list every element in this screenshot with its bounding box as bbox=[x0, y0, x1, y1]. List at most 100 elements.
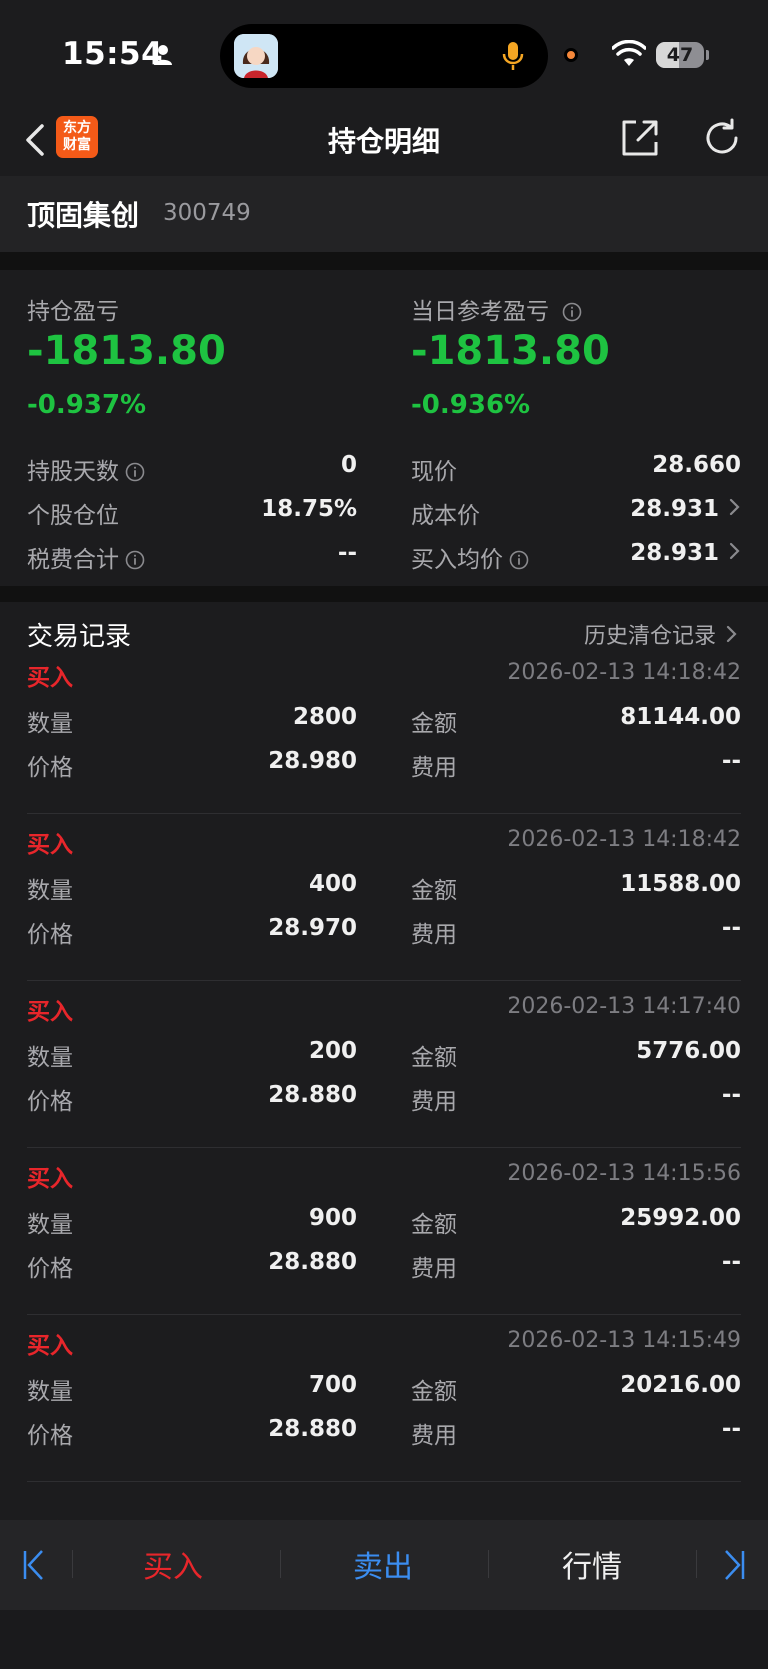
amount-label: 金额 bbox=[411, 1212, 457, 1238]
qty-value: 400 bbox=[308, 871, 357, 897]
divider bbox=[696, 1550, 697, 1578]
divider bbox=[72, 1550, 73, 1578]
position-summary: 持仓盈亏 -1813.80 -0.937% 当日参考盈亏 -1813.80 -0… bbox=[0, 270, 768, 586]
fee-value: -- bbox=[721, 1416, 741, 1442]
trade-qty-row: 数量 700 bbox=[27, 1372, 357, 1405]
info-icon[interactable] bbox=[125, 550, 145, 570]
trade-time: 2026-02-13 14:15:56 bbox=[507, 1161, 741, 1186]
info-icon[interactable] bbox=[125, 462, 145, 482]
qty-label: 数量 bbox=[27, 878, 73, 904]
fee-label: 费用 bbox=[411, 755, 457, 781]
quote-button[interactable]: 行情 bbox=[502, 1542, 682, 1586]
trade-time: 2026-02-13 14:17:40 bbox=[507, 994, 741, 1019]
total-fees-label: 税费合计 bbox=[27, 547, 119, 573]
trade-records: 交易记录 历史清仓记录 买入 2026-02-13 14:18:42 数量 2800 价… bbox=[0, 602, 768, 1520]
amount-label: 金额 bbox=[411, 878, 457, 904]
section-divider bbox=[0, 252, 768, 270]
first-page-icon[interactable] bbox=[22, 1548, 46, 1582]
trade-fee-row: 费用 -- bbox=[411, 1249, 741, 1282]
trade-record[interactable]: 买入 2026-02-13 14:15:56 数量 900 价格 28.880 金额 2599… bbox=[27, 1147, 741, 1315]
person-icon bbox=[154, 45, 172, 65]
trade-record[interactable]: 买入 2026-02-13 14:17:40 数量 200 价格 28.880 金额 5776… bbox=[27, 980, 741, 1148]
cost-price-label: 成本价 bbox=[411, 503, 480, 529]
trade-fee-row: 费用 -- bbox=[411, 1082, 741, 1115]
trade-price-row: 价格 28.970 bbox=[27, 915, 357, 948]
chevron-right-icon bbox=[726, 625, 737, 643]
trade-qty-row: 数量 2800 bbox=[27, 704, 357, 737]
trade-record[interactable]: 买入 2026-02-13 14:18:42 数量 2800 价格 28.980 金额 811… bbox=[27, 646, 741, 814]
price-label: 价格 bbox=[27, 922, 73, 948]
avg-buy-price-row[interactable]: 买入均价 28.931 bbox=[411, 540, 741, 573]
stock-name: 顶固集创 bbox=[27, 199, 140, 232]
trade-fee-row: 费用 -- bbox=[411, 915, 741, 948]
amount-label: 金额 bbox=[411, 711, 457, 737]
trade-fee-row: 费用 -- bbox=[411, 1416, 741, 1449]
current-price-row: 现价 28.660 bbox=[411, 452, 741, 485]
position-ratio-label: 个股仓位 bbox=[27, 503, 119, 529]
status-bar: 15:54 47 bbox=[0, 0, 768, 108]
amount-value: 11588.00 bbox=[620, 871, 741, 897]
info-icon[interactable] bbox=[562, 302, 582, 322]
share-icon[interactable] bbox=[620, 118, 660, 158]
bottom-action-bar: 买入 卖出 行情 bbox=[0, 1520, 768, 1610]
buy-button[interactable]: 买入 bbox=[83, 1542, 263, 1586]
divider bbox=[488, 1550, 489, 1578]
qty-label: 数量 bbox=[27, 711, 73, 737]
total-fees-value: -- bbox=[337, 540, 357, 566]
trade-price-row: 价格 28.880 bbox=[27, 1416, 357, 1449]
price-label: 价格 bbox=[27, 1423, 73, 1449]
price-value: 28.880 bbox=[268, 1249, 357, 1275]
price-label: 价格 bbox=[27, 755, 73, 781]
qty-value: 700 bbox=[308, 1372, 357, 1398]
battery-tip bbox=[706, 50, 709, 60]
recording-dot-icon bbox=[564, 48, 578, 62]
avg-buy-price-label: 买入均价 bbox=[411, 547, 503, 573]
position-pl-pct: -0.937% bbox=[27, 390, 147, 420]
avg-buy-price-value: 28.931 bbox=[630, 540, 719, 566]
current-price-label: 现价 bbox=[411, 459, 457, 485]
amount-value: 20216.00 bbox=[620, 1372, 741, 1398]
info-icon[interactable] bbox=[509, 550, 529, 570]
trade-qty-row: 数量 900 bbox=[27, 1205, 357, 1238]
trade-side: 买入 bbox=[27, 1333, 73, 1359]
trade-amount-row: 金额 5776.00 bbox=[411, 1038, 741, 1071]
trade-amount-row: 金额 81144.00 bbox=[411, 704, 741, 737]
cost-price-value: 28.931 bbox=[630, 496, 719, 522]
dynamic-island bbox=[220, 24, 548, 88]
divider bbox=[280, 1550, 281, 1578]
amount-value: 25992.00 bbox=[620, 1205, 741, 1231]
trade-amount-row: 金额 11588.00 bbox=[411, 871, 741, 904]
trade-record[interactable]: 买入 2026-02-13 14:18:42 数量 400 价格 28.970 金额 1158… bbox=[27, 813, 741, 981]
cost-price-row[interactable]: 成本价 28.931 bbox=[411, 496, 741, 529]
position-ratio-value: 18.75% bbox=[261, 496, 357, 522]
daily-pl-pct: -0.936% bbox=[411, 390, 531, 420]
sell-button[interactable]: 卖出 bbox=[293, 1542, 473, 1586]
trade-time: 2026-02-13 14:18:42 bbox=[507, 660, 741, 685]
trade-side: 买入 bbox=[27, 665, 73, 691]
holding-days-label: 持股天数 bbox=[27, 459, 119, 485]
trade-time: 2026-02-13 14:18:42 bbox=[507, 827, 741, 852]
current-price-value: 28.660 bbox=[652, 452, 741, 478]
last-page-icon[interactable] bbox=[722, 1548, 746, 1582]
nav-bar: 东方 财富 持仓明细 bbox=[0, 108, 768, 176]
battery-level: 47 bbox=[666, 44, 694, 66]
position-ratio-row: 个股仓位 18.75% bbox=[27, 496, 357, 529]
trade-amount-row: 金额 20216.00 bbox=[411, 1372, 741, 1405]
qty-value: 900 bbox=[308, 1205, 357, 1231]
stock-code: 300749 bbox=[163, 200, 251, 226]
avatar-icon bbox=[234, 34, 278, 78]
trade-price-row: 价格 28.880 bbox=[27, 1082, 357, 1115]
total-fees-row: 税费合计 -- bbox=[27, 540, 357, 573]
trade-record[interactable]: 买入 2026-02-13 14:15:49 数量 700 价格 28.880 金额 2021… bbox=[27, 1314, 741, 1482]
daily-pl-value: -1813.80 bbox=[411, 328, 610, 374]
price-value: 28.980 bbox=[268, 748, 357, 774]
position-pl-value: -1813.80 bbox=[27, 328, 226, 374]
refresh-icon[interactable] bbox=[702, 118, 742, 158]
status-time: 15:54 bbox=[62, 36, 164, 72]
fee-label: 费用 bbox=[411, 922, 457, 948]
daily-pl-label: 当日参考盈亏 bbox=[411, 292, 582, 326]
qty-label: 数量 bbox=[27, 1212, 73, 1238]
fee-label: 费用 bbox=[411, 1089, 457, 1115]
qty-value: 2800 bbox=[292, 704, 357, 730]
trade-time: 2026-02-13 14:15:49 bbox=[507, 1328, 741, 1353]
